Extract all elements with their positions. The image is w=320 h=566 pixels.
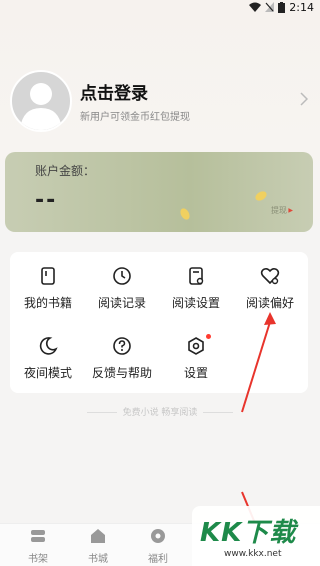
menu-label: 设置 xyxy=(183,366,208,380)
menu-item-settings[interactable]: 设置 xyxy=(160,334,232,381)
watermark: KK下载 www.kkx.net xyxy=(192,506,320,566)
clock-icon xyxy=(113,267,131,285)
tab-bookshelf[interactable]: 书架 xyxy=(8,528,68,565)
status-bar: 2:14 xyxy=(0,0,320,14)
withdraw-link[interactable]: 提现 xyxy=(271,205,287,216)
moon-icon xyxy=(39,337,58,355)
menu-item-my-books[interactable]: 我的书籍 xyxy=(12,266,84,311)
withdraw-arrow-icon[interactable]: ▶ xyxy=(288,207,293,214)
balance-value: -- xyxy=(35,188,58,213)
heart-icon xyxy=(260,267,280,285)
watermark-brand: KK下载 xyxy=(200,518,297,548)
menu-label: 阅读设置 xyxy=(171,296,220,310)
login-title[interactable]: 点击登录 xyxy=(80,79,148,104)
store-icon xyxy=(91,529,105,543)
watermark-url: www.kkx.net xyxy=(224,549,282,559)
menu-item-reading-preference[interactable]: 阅读偏好 xyxy=(234,266,306,311)
coin-decoration xyxy=(178,206,192,222)
divider xyxy=(203,412,234,413)
tab-welfare[interactable]: 福利 xyxy=(128,528,188,565)
menu-item-reading-settings[interactable]: 阅读设置 xyxy=(160,266,232,311)
balance-card: 账户金额： -- 提现 ▶ xyxy=(5,152,313,232)
menu-item-reading-history[interactable]: 阅读记录 xyxy=(86,266,158,311)
shelf-icon xyxy=(31,530,45,542)
login-profile-row[interactable]: 点击登录 新用户可领金币红包提现 xyxy=(10,70,310,134)
coin-decoration xyxy=(253,189,269,203)
menu-label: 阅读记录 xyxy=(97,296,146,310)
default-avatar-icon xyxy=(20,83,62,130)
slogan-text: 免费小说 畅享阅读 xyxy=(122,408,198,418)
tab-label: 书架 xyxy=(28,554,48,565)
divider xyxy=(86,412,117,413)
settings-doc-icon xyxy=(189,267,204,285)
status-time: 2:14 xyxy=(289,0,314,14)
tab-bookstore[interactable]: 书城 xyxy=(68,528,128,565)
chevron-right-icon[interactable] xyxy=(300,92,308,106)
menu-item-feedback-help[interactable]: 反馈与帮助 xyxy=(86,336,158,381)
balance-label: 账户金额： xyxy=(35,164,96,178)
help-icon xyxy=(113,337,131,355)
menu-label: 我的书籍 xyxy=(23,296,72,310)
gift-icon xyxy=(151,529,165,543)
menu-grid: 我的书籍 阅读记录 阅读设置 阅读偏好 夜间模式 反馈与帮助 设置 xyxy=(10,252,308,393)
hexagon-settings-icon xyxy=(188,337,204,355)
notification-dot xyxy=(206,334,211,339)
avatar[interactable] xyxy=(10,70,72,132)
slogan: 免费小说 畅享阅读 xyxy=(0,405,320,418)
menu-label: 夜间模式 xyxy=(23,366,72,380)
no-signal-icon xyxy=(265,2,275,12)
book-icon xyxy=(41,267,55,285)
battery-icon xyxy=(278,1,286,13)
wifi-icon xyxy=(249,2,262,12)
menu-label: 反馈与帮助 xyxy=(91,366,152,380)
menu-label: 阅读偏好 xyxy=(245,296,294,310)
menu-item-night-mode[interactable]: 夜间模式 xyxy=(12,336,84,381)
login-subtitle: 新用户可领金币红包提现 xyxy=(80,112,190,123)
tab-label: 福利 xyxy=(148,554,168,565)
tab-label: 书城 xyxy=(88,554,108,565)
